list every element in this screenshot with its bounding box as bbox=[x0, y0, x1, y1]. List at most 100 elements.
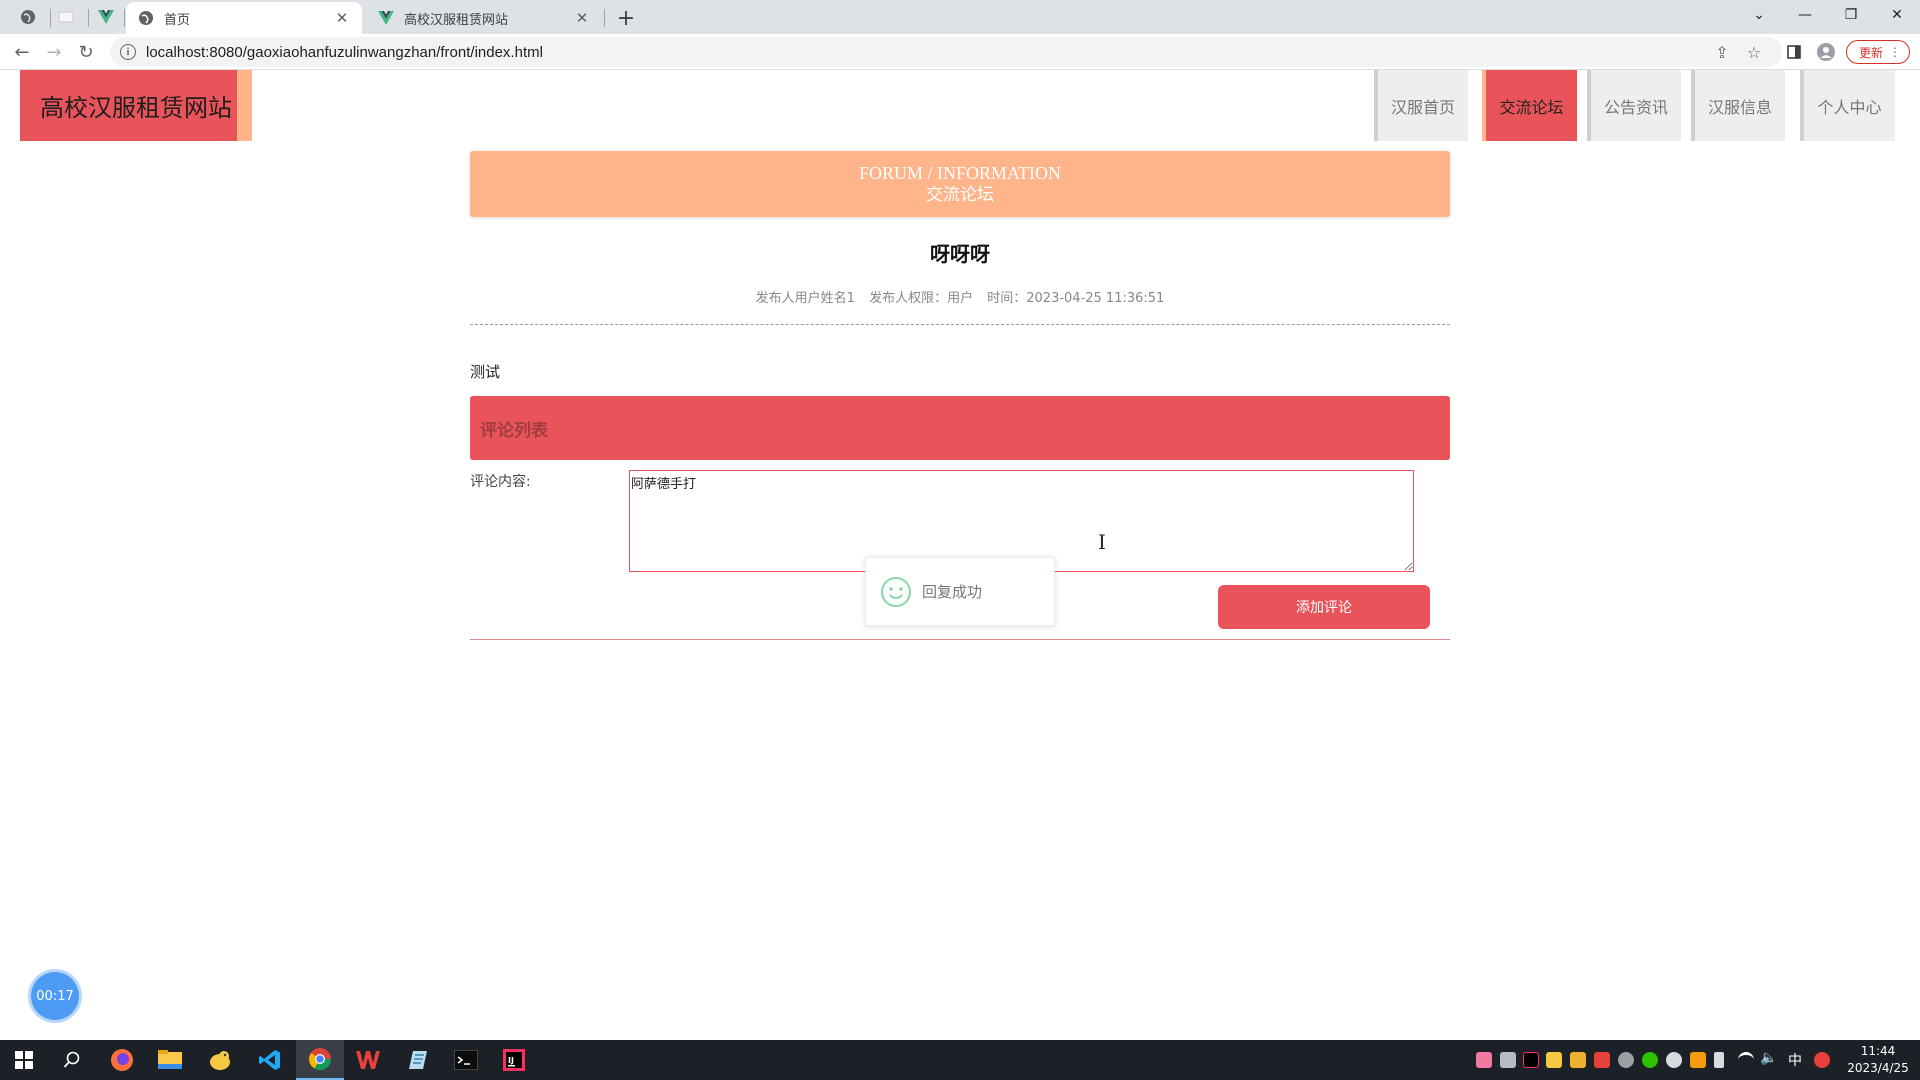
tray-app-icon[interactable] bbox=[1690, 1052, 1706, 1068]
taskbar-firefox[interactable] bbox=[98, 1040, 146, 1080]
blank-page-icon bbox=[58, 11, 74, 23]
pinned-tab-vue[interactable] bbox=[92, 6, 120, 28]
terminal-icon bbox=[454, 1050, 478, 1070]
vue-logo-icon bbox=[378, 11, 394, 25]
taskbar-clock[interactable]: 11:44 2023/4/25 bbox=[1840, 1043, 1916, 1077]
browser-tab-strip: 首页 ✕ 高校汉服租赁网站 ✕ + ⌄ — ❐ ✕ bbox=[0, 0, 1920, 34]
divider bbox=[470, 324, 1450, 325]
site-logo-text: 高校汉服租赁网站 bbox=[40, 94, 232, 122]
post-time: 时间：2023-04-25 11:36:51 bbox=[987, 291, 1165, 306]
post-title: 呀呀呀 bbox=[930, 242, 990, 266]
recording-timer[interactable]: 00:17 bbox=[31, 972, 79, 1020]
tray-network-app-icon[interactable] bbox=[1618, 1052, 1634, 1068]
nav-item-forum[interactable]: 交流论坛 bbox=[1482, 70, 1577, 141]
restore-button[interactable]: ❐ bbox=[1828, 0, 1874, 30]
taskbar-vscode[interactable] bbox=[246, 1040, 294, 1080]
more-vert-icon: ⋮ bbox=[1889, 45, 1901, 59]
info-icon[interactable]: i bbox=[120, 44, 136, 60]
add-comment-button[interactable]: 添加评论 bbox=[1218, 585, 1430, 629]
address-bar[interactable]: i localhost:8080/gaoxiaohanfuzulinwangzh… bbox=[110, 37, 1782, 67]
taskbar-chrome[interactable] bbox=[296, 1040, 344, 1080]
comment-section-title: 评论列表 bbox=[480, 420, 548, 441]
nav-item-hanfu-info[interactable]: 汉服信息 bbox=[1691, 70, 1785, 141]
success-toast: 回复成功 bbox=[865, 557, 1055, 626]
tray-usb-icon[interactable] bbox=[1714, 1052, 1724, 1068]
post-body: 测试 bbox=[470, 363, 501, 381]
address-url: localhost:8080/gaoxiaohanfuzulinwangzhan… bbox=[146, 43, 543, 61]
close-window-button[interactable]: ✕ bbox=[1874, 0, 1920, 30]
tray-game-icon[interactable] bbox=[1594, 1052, 1610, 1068]
new-tab-button[interactable]: + bbox=[612, 4, 640, 32]
clock-date: 2023/4/25 bbox=[1847, 1061, 1909, 1075]
wifi-icon[interactable] bbox=[1738, 1052, 1754, 1068]
tray-intellij-icon[interactable] bbox=[1523, 1052, 1539, 1068]
share-icon: ⇪ bbox=[1715, 42, 1729, 62]
notepad-icon bbox=[409, 1051, 427, 1069]
forward-button[interactable]: → bbox=[40, 38, 68, 66]
ime-indicator[interactable]: 中 bbox=[1788, 1050, 1802, 1070]
browser-toolbar: ← → ↻ i localhost:8080/gaoxiaohanfuzulin… bbox=[0, 34, 1920, 70]
nav-item-home[interactable]: 汉服首页 bbox=[1374, 70, 1468, 141]
post-author: 发布人用户姓名1 bbox=[755, 291, 855, 306]
side-panel-button[interactable] bbox=[1780, 38, 1808, 66]
taskbar-app-chick[interactable] bbox=[196, 1040, 244, 1080]
start-button[interactable] bbox=[0, 1040, 48, 1080]
update-label: 更新 bbox=[1859, 45, 1884, 60]
pinned-tab-blank[interactable] bbox=[52, 6, 80, 28]
taskbar-terminal[interactable] bbox=[442, 1040, 490, 1080]
site-logo[interactable]: 高校汉服租赁网站 bbox=[20, 70, 252, 141]
tray-shield-icon[interactable] bbox=[1570, 1052, 1586, 1068]
tab-title: 高校汉服租赁网站 bbox=[404, 12, 509, 28]
timer-value: 00:17 bbox=[36, 988, 74, 1004]
update-button[interactable]: 更新 ⋮ bbox=[1846, 40, 1910, 64]
minimize-icon: — bbox=[1798, 7, 1812, 23]
smiley-icon bbox=[881, 576, 911, 607]
intellij-icon: IJ bbox=[503, 1049, 525, 1071]
site-header: 高校汉服租赁网站 汉服首页 交流论坛 公告资讯 汉服信息 个人中心 bbox=[0, 70, 1920, 141]
profile-button[interactable] bbox=[1812, 38, 1840, 66]
tab-site[interactable]: 高校汉服租赁网站 ✕ bbox=[366, 2, 602, 34]
taskbar-notepad[interactable] bbox=[394, 1040, 442, 1080]
tray-tools-icon[interactable] bbox=[1500, 1052, 1516, 1068]
volume-icon[interactable]: 🔈 bbox=[1760, 1050, 1777, 1066]
tab-home[interactable]: 首页 ✕ bbox=[126, 2, 362, 34]
nav-item-label: 汉服首页 bbox=[1390, 97, 1455, 117]
tray-folder-icon[interactable] bbox=[1546, 1052, 1562, 1068]
minimize-button[interactable]: — bbox=[1782, 0, 1828, 30]
taskbar-file-explorer[interactable] bbox=[146, 1040, 194, 1080]
nav-item-announcements[interactable]: 公告资讯 bbox=[1587, 70, 1681, 141]
chrome-icon bbox=[309, 1048, 331, 1070]
bookmark-button[interactable]: ☆ bbox=[1740, 38, 1768, 66]
close-icon[interactable]: ✕ bbox=[334, 9, 350, 27]
toast-message: 回复成功 bbox=[922, 583, 983, 601]
plus-icon: + bbox=[616, 5, 636, 31]
share-button[interactable]: ⇪ bbox=[1708, 38, 1736, 66]
comment-label: 评论内容: bbox=[470, 474, 531, 490]
chevron-down-icon: ⌄ bbox=[1753, 7, 1765, 23]
pinned-tab-globe[interactable] bbox=[14, 6, 42, 28]
nav-item-label: 汉服信息 bbox=[1707, 97, 1772, 117]
star-icon: ☆ bbox=[1746, 42, 1762, 62]
reload-button[interactable]: ↻ bbox=[72, 38, 100, 66]
nav-item-profile[interactable]: 个人中心 bbox=[1800, 70, 1895, 141]
taskbar-search-button[interactable] bbox=[48, 1040, 96, 1080]
back-button[interactable]: ← bbox=[8, 38, 36, 66]
tray-flower-icon[interactable] bbox=[1476, 1052, 1492, 1068]
globe-icon bbox=[138, 10, 154, 26]
comment-section-header: 评论列表 bbox=[470, 396, 1450, 460]
search-icon bbox=[63, 1051, 80, 1068]
globe-icon bbox=[21, 10, 35, 24]
taskbar-wps[interactable] bbox=[344, 1040, 392, 1080]
close-icon[interactable]: ✕ bbox=[574, 9, 590, 27]
tray-wechat-icon[interactable] bbox=[1642, 1052, 1658, 1068]
tray-qq-icon[interactable] bbox=[1666, 1052, 1682, 1068]
taskbar-intellij[interactable]: IJ bbox=[490, 1040, 538, 1080]
tab-search-button[interactable]: ⌄ bbox=[1736, 0, 1782, 30]
windows-icon bbox=[15, 1051, 33, 1069]
tray-sogou-icon[interactable] bbox=[1814, 1052, 1830, 1068]
nav-item-label: 个人中心 bbox=[1817, 97, 1882, 117]
divider bbox=[470, 639, 1450, 640]
svg-text:IJ: IJ bbox=[508, 1056, 514, 1065]
post-role: 发布人权限：用户 bbox=[869, 291, 974, 306]
wps-icon bbox=[356, 1051, 380, 1069]
